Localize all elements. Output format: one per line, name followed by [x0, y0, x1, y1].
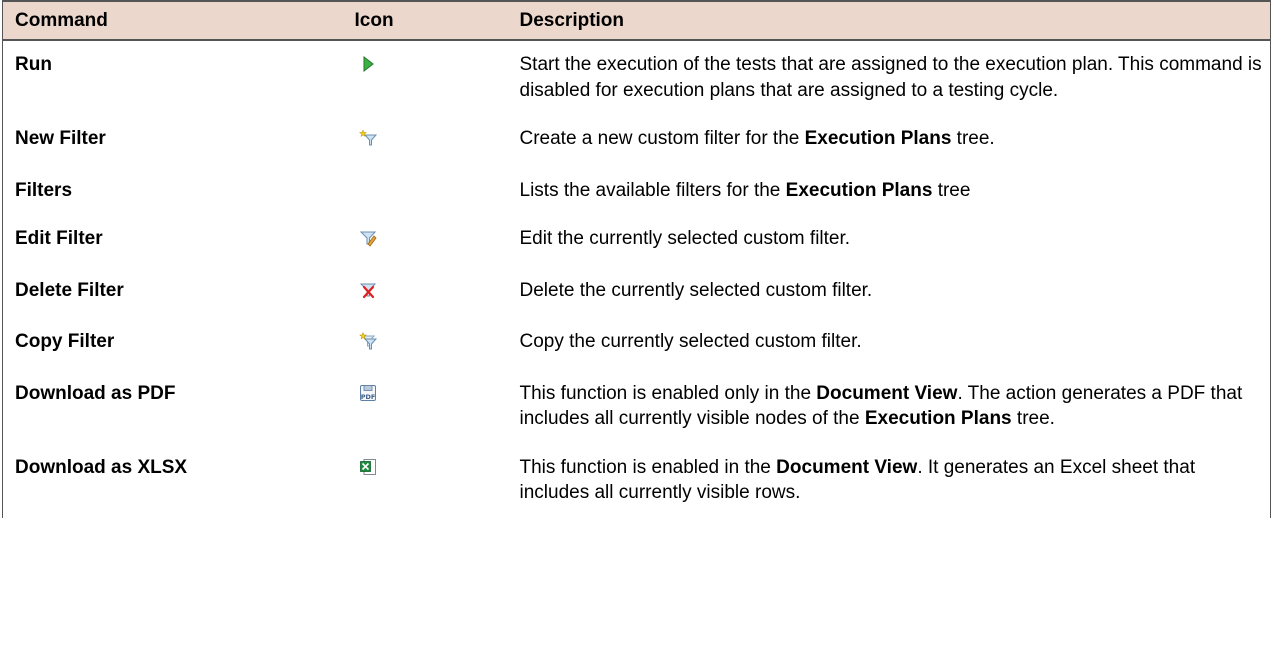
description-cell: Edit the currently selected custom filte… [507, 215, 1271, 267]
table-header-row: Command Icon Description [2, 0, 1271, 41]
table-row: Filters Lists the available filters for t… [2, 166, 1271, 216]
icon-cell [343, 267, 508, 319]
command-name: Delete Filter [15, 279, 124, 301]
command-cell: Filters [2, 166, 343, 215]
command-cell: Edit Filter [2, 215, 343, 267]
ui-term: Execution Plans [864, 408, 1012, 429]
description-text: Create a new custom filter for the Execu… [520, 115, 1263, 164]
description-cell: This function is enabled only in the Doc… [507, 369, 1271, 444]
description-segment: tree [932, 179, 971, 201]
description-text: Copy the currently selected custom filte… [520, 318, 1263, 367]
ui-term: Document View [816, 382, 958, 404]
ui-term: Execution Plans [785, 179, 933, 201]
description-cell: Start the execution of the tests that ar… [507, 40, 1271, 115]
xlsx-download-icon [359, 458, 377, 476]
icon-cell: PDF [343, 370, 508, 444]
description-segment: Create a new custom filter for the [519, 128, 805, 149]
command-name: Run [15, 54, 52, 75]
description-text: Start the execution of the tests that ar… [520, 41, 1263, 115]
icon-cell [343, 40, 508, 115]
command-cell: Download as PDF [2, 369, 343, 444]
table-row: Copy Filter Copy the currently selected c… [2, 318, 1271, 370]
description-text: Lists the available filters for the Exec… [520, 167, 1263, 216]
command-name: New Filter [15, 128, 106, 149]
description-segment: Edit the currently selected custom filte… [519, 228, 851, 249]
commands-table: Command Icon Description Run Start the ex… [2, 0, 1271, 518]
header-icon: Icon [342, 0, 508, 41]
command-cell: Copy Filter [2, 318, 343, 370]
description-segment: Copy the currently selected custom filte… [519, 331, 862, 352]
icon-cell [343, 115, 508, 167]
table-row: New Filter Create a new custom filter for… [2, 115, 1271, 167]
header-command: Command [2, 0, 343, 41]
command-name: Download as PDF [15, 382, 176, 404]
command-cell: Download as XLSX [2, 443, 343, 518]
command-cell: New Filter [2, 115, 343, 167]
command-name: Edit Filter [15, 228, 103, 249]
description-cell: This function is enabled in the Document… [507, 443, 1271, 518]
description-segment: tree. [951, 128, 995, 149]
command-name: Filters [15, 179, 73, 201]
pdf-download-icon: PDF [359, 384, 377, 402]
description-segment: Delete the currently selected custom fil… [519, 279, 873, 301]
description-text: This function is enabled in the Document… [520, 444, 1263, 518]
table-row: Download as XLSX This function is enabled… [2, 443, 1271, 518]
command-name: Copy Filter [15, 331, 115, 352]
command-cell: Run [2, 40, 343, 115]
icon-cell [343, 318, 508, 370]
icon-cell [343, 444, 508, 518]
svg-text:PDF: PDF [360, 393, 375, 401]
edit-filter-icon [359, 229, 377, 247]
description-cell: Delete the currently selected custom fil… [507, 266, 1271, 318]
description-text: This function is enabled only in the Doc… [520, 370, 1263, 444]
description-segment: tree. [1011, 408, 1055, 429]
description-cell: Create a new custom filter for the Execu… [507, 115, 1271, 167]
table-row: Edit Filter Edit the currently selected c… [2, 215, 1271, 267]
description-text: Edit the currently selected custom filte… [520, 215, 1263, 264]
new-filter-icon [358, 129, 377, 147]
description-text: Delete the currently selected custom fil… [520, 267, 1263, 316]
description-segment: This function is enabled in the [519, 456, 777, 478]
description-segment: This function is enabled only in the [519, 382, 817, 404]
description-segment: Start the execution of the tests that ar… [519, 54, 1262, 101]
icon-cell [343, 167, 508, 216]
delete-filter-icon [359, 281, 377, 299]
description-cell: Copy the currently selected custom filte… [507, 318, 1271, 370]
command-cell: Delete Filter [2, 266, 343, 318]
command-name: Download as XLSX [15, 456, 188, 478]
table-row: Run Start the execution of the tests that… [2, 40, 1271, 115]
copy-filter-icon [358, 332, 377, 350]
table-row: Delete Filter Delete the currently select… [2, 266, 1271, 319]
description-cell: Lists the available filters for the Exec… [507, 166, 1271, 216]
icon-cell [343, 215, 508, 267]
header-description: Description [507, 0, 1271, 41]
run-play-icon [359, 55, 377, 73]
description-segment: Lists the available filters for the [519, 179, 786, 201]
ui-term: Document View [776, 456, 918, 478]
ui-term: Execution Plans [804, 128, 952, 149]
table-row: Download as PDF PDF This function is enabl… [2, 369, 1271, 444]
